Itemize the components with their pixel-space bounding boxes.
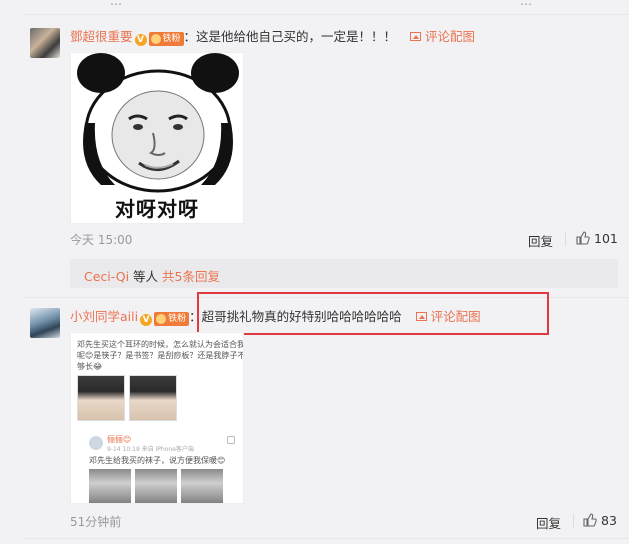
photo-thumbnail — [181, 469, 223, 503]
like-count: 101 — [594, 231, 618, 246]
view-image-label: 评论配图 — [425, 29, 476, 44]
chevron-down-icon — [227, 436, 235, 444]
photo-thumbnail — [77, 375, 125, 421]
comment-image[interactable]: 对呀对呀 — [70, 52, 244, 224]
divider — [25, 14, 629, 15]
comment-time: 今天 15:00 — [70, 233, 133, 247]
photo-thumbnail — [135, 469, 177, 503]
like-button[interactable]: 101 — [576, 231, 618, 246]
photo-thumbnail — [89, 469, 131, 503]
screenshot-line: 够长😂 — [77, 362, 103, 371]
action-divider — [573, 514, 574, 528]
reply-middle-text: 等人 — [129, 269, 162, 284]
like-button[interactable]: 83 — [583, 513, 617, 528]
avatar[interactable] — [30, 28, 60, 58]
more-replies-link[interactable]: 共5条回复 — [162, 269, 220, 284]
screenshot-line: 呢😊是筷子？是书签？是刮痧板？还是我脖子不 — [77, 351, 244, 360]
reply-button[interactable]: 回复 — [528, 231, 553, 250]
poster-meta: 9-14 10:19 来自 iPhone客户端 — [107, 446, 194, 453]
previous-comment-meta: … — [520, 0, 532, 8]
fan-badge[interactable]: 铁粉 — [154, 312, 190, 326]
avatar[interactable] — [30, 308, 60, 338]
comment-line: 鄧超很重要 V 铁粉 ：这是他给他自己买的，一定是！！！ 评论配图 — [70, 29, 476, 46]
divider — [25, 538, 629, 539]
action-divider — [565, 232, 566, 246]
reply-user-link[interactable]: Ceci-Qi — [84, 269, 129, 284]
like-count: 83 — [601, 513, 617, 528]
comment-text: 这是他给他自己买的，一定是！！！ — [196, 29, 397, 44]
panda-meme-drawing — [77, 53, 239, 193]
screenshot-body: 邓先生给我买的袜子，说方便我保暖😊 — [89, 456, 226, 465]
picture-icon — [410, 32, 422, 41]
reply-summary: Ceci-Qi 等人 共5条回复 — [70, 259, 618, 288]
comment-time: 51分钟前 — [70, 515, 122, 529]
comment-username[interactable]: 小刘同学aili — [70, 309, 138, 324]
verified-badge-icon: V — [140, 314, 153, 326]
thumbs-up-icon — [576, 231, 590, 245]
previous-comment-remnant: … … — [0, 0, 629, 14]
highlight-box — [197, 292, 549, 335]
previous-comment-text: … — [110, 0, 122, 8]
comment-username[interactable]: 鄧超很重要 — [70, 29, 133, 44]
view-image-link[interactable]: 评论配图 — [410, 29, 475, 44]
screenshot-line: 邓先生买这个耳环的时候，怎么就认为会适合我 — [77, 340, 244, 349]
reply-button[interactable]: 回复 — [536, 513, 561, 532]
comment-image[interactable]: 邓先生买这个耳环的时候，怎么就认为会适合我 呢😊是筷子？是书签？是刮痧板？还是我… — [70, 332, 244, 504]
thumbs-up-icon — [583, 513, 597, 527]
photo-thumbnail — [129, 375, 177, 421]
verified-badge-icon: V — [134, 34, 147, 46]
fan-badge[interactable]: 铁粉 — [148, 32, 184, 46]
meme-caption: 对呀对呀 — [115, 197, 199, 221]
poster-avatar — [89, 436, 103, 450]
